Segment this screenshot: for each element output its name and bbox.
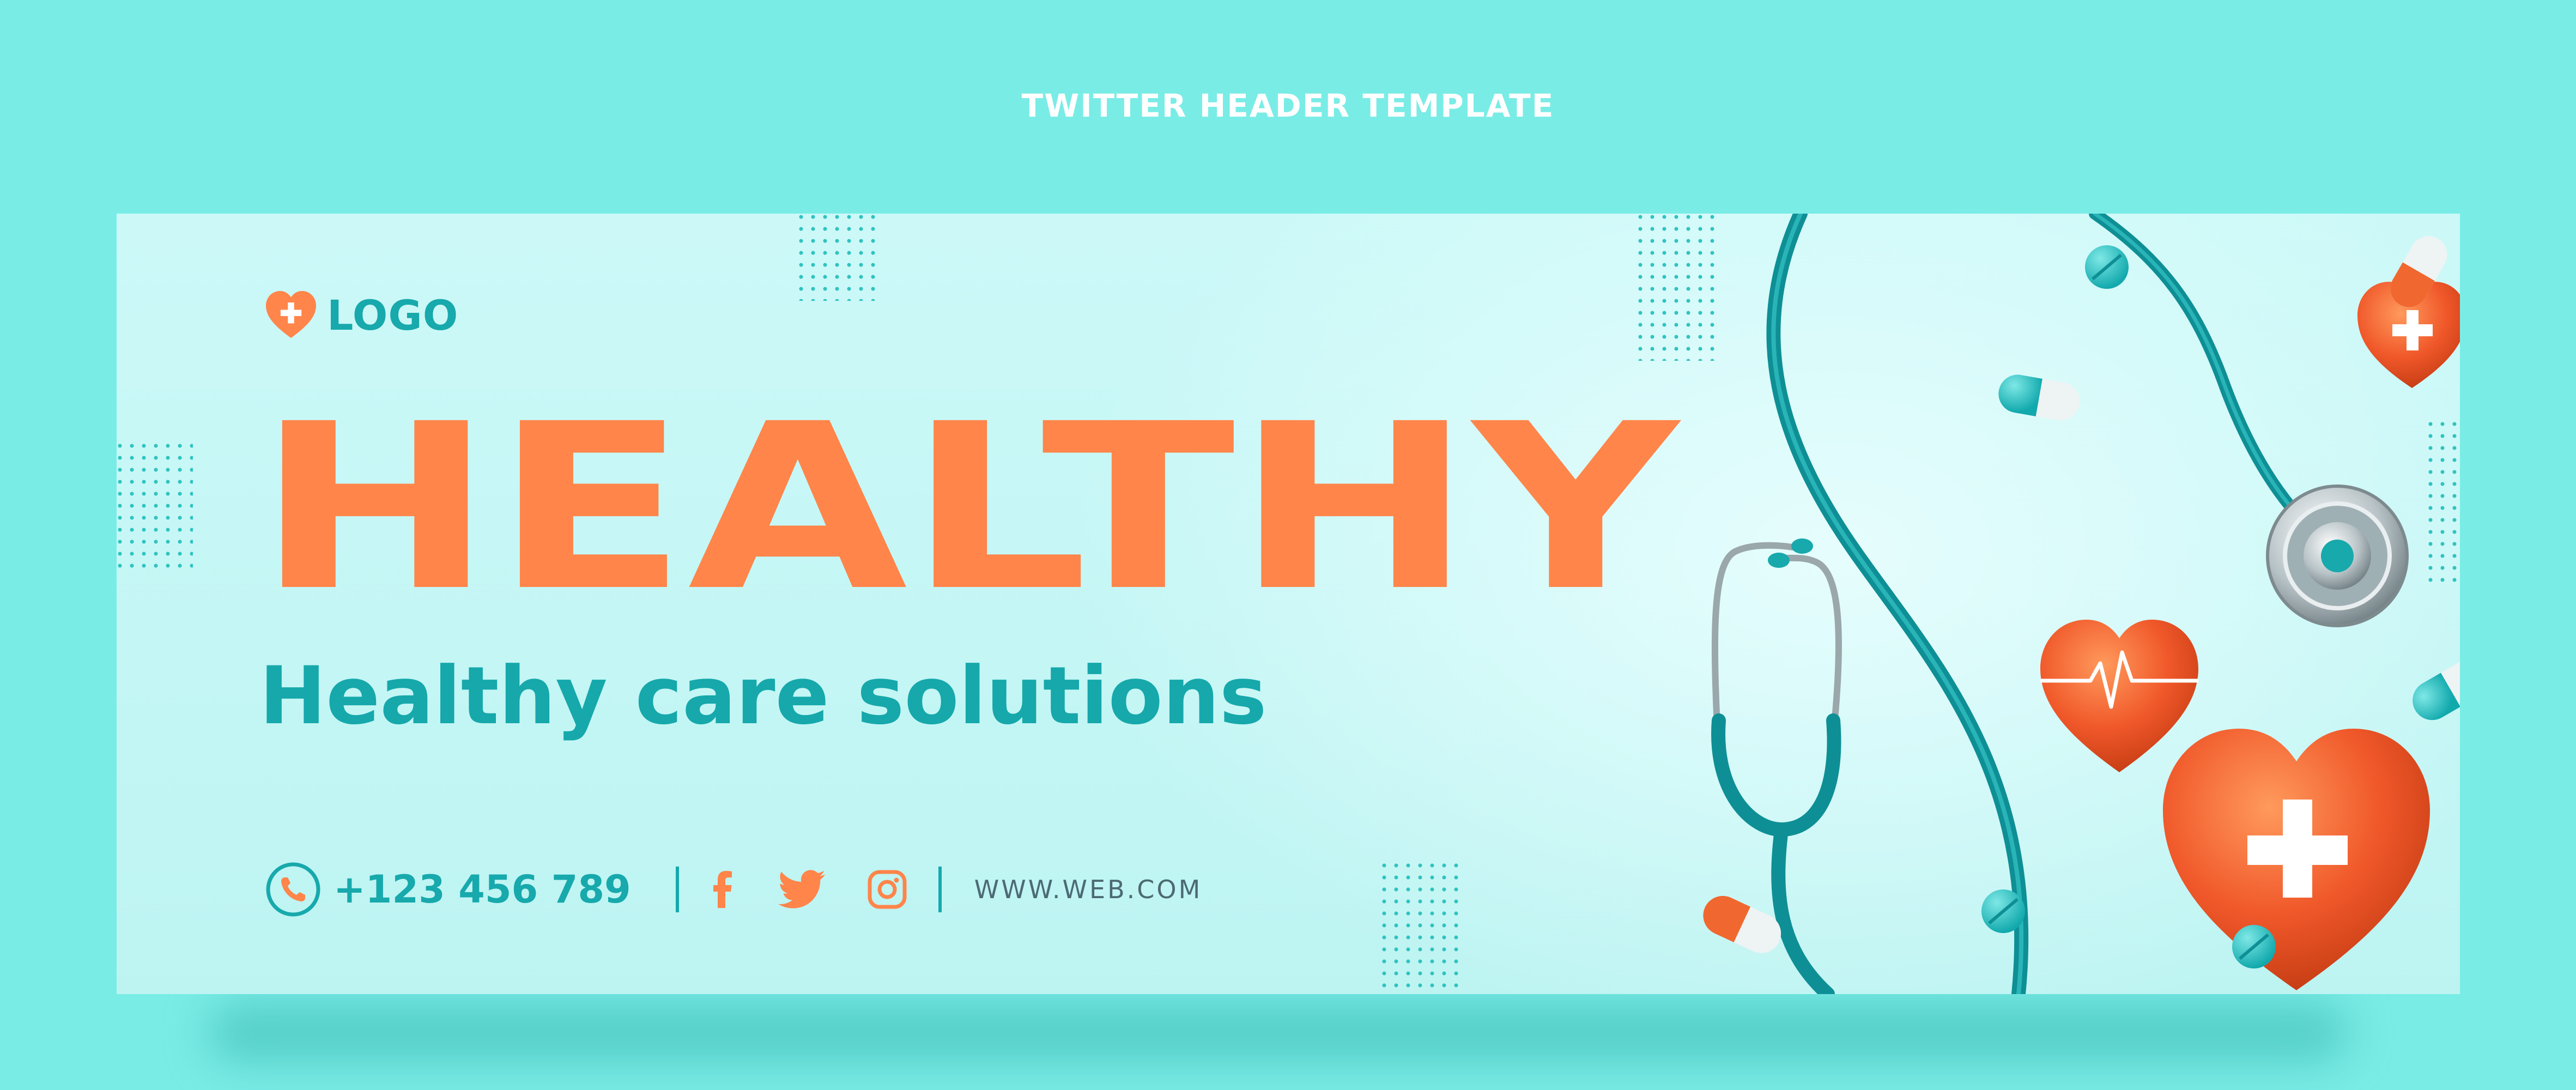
page-title: TWITTER HEADER TEMPLATE	[1021, 87, 1555, 124]
header-banner: LOGO HEALTHY Healthy care solutions +123…	[117, 214, 2460, 994]
stethoscope-chestpiece	[2266, 485, 2409, 627]
heart-plus-large	[2163, 729, 2430, 990]
capsule-pill-1	[1998, 374, 2080, 421]
card-shadow	[207, 1003, 2349, 1063]
heart-pulse	[2040, 620, 2198, 772]
round-pill-2	[1981, 889, 2025, 933]
medical-illustration	[1703, 214, 2460, 994]
round-pill-3	[2232, 925, 2276, 968]
capsule-pill-4	[2413, 659, 2460, 720]
round-pill-1	[2085, 245, 2129, 289]
